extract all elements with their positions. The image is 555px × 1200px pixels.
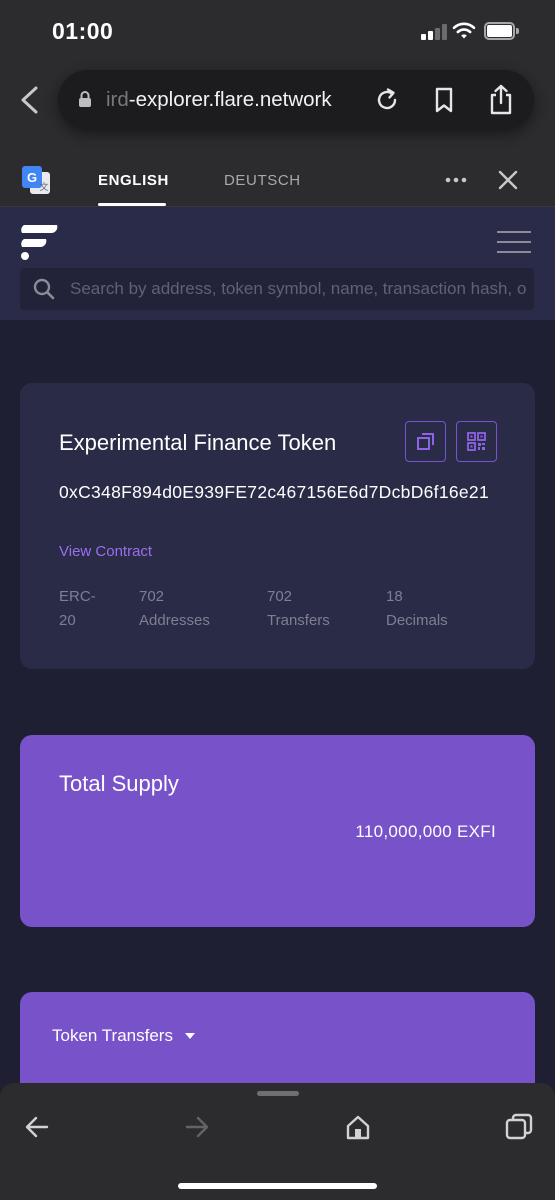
- home-indicator[interactable]: [178, 1183, 377, 1189]
- stat-value: 702: [139, 588, 165, 605]
- status-bar: 01:00: [0, 0, 555, 62]
- total-supply-value: 110,000,000 EXFI: [355, 822, 496, 841]
- wifi-icon: [452, 22, 476, 39]
- status-time: 01:00: [52, 18, 114, 44]
- token-transfers-dropdown[interactable]: Token Transfers: [52, 1026, 195, 1046]
- total-supply-title: Total Supply: [59, 771, 179, 796]
- stat-label: 20: [59, 612, 76, 629]
- more-icon[interactable]: [444, 172, 468, 188]
- tab-english[interactable]: ENGLISH: [98, 172, 169, 189]
- forward-arrow-icon[interactable]: [185, 1116, 209, 1138]
- tab-deutsch[interactable]: DEUTSCH: [224, 172, 301, 189]
- stat-label: Addresses: [139, 612, 210, 629]
- flare-logo-icon[interactable]: [20, 223, 60, 261]
- cellular-signal-icon: [421, 24, 447, 40]
- stat-token-standard: ERC- 20: [59, 585, 109, 633]
- home-icon[interactable]: [345, 1114, 371, 1140]
- view-contract-link[interactable]: View Contract: [59, 543, 152, 560]
- url-domain: -explorer.flare.network: [128, 88, 332, 111]
- stat-addresses: 702 Addresses: [139, 585, 210, 633]
- qr-code-icon: [467, 432, 486, 451]
- stat-value: 702: [267, 588, 293, 605]
- close-icon[interactable]: [498, 170, 518, 190]
- tabs-icon[interactable]: [505, 1113, 533, 1141]
- caret-down-icon: [184, 1033, 195, 1039]
- qr-code-button[interactable]: [456, 421, 497, 462]
- svg-text:文: 文: [39, 181, 48, 193]
- copy-icon: [417, 433, 434, 450]
- token-name: Experimental Finance Token: [59, 430, 337, 455]
- token-transfers-label: Token Transfers: [52, 1026, 173, 1045]
- url-text[interactable]: ird-explorer.flare.network: [106, 88, 356, 112]
- hamburger-menu-icon[interactable]: [497, 228, 531, 256]
- toolbar-grabber[interactable]: [257, 1091, 299, 1096]
- copy-address-button[interactable]: [405, 421, 446, 462]
- stat-value: 18: [386, 588, 403, 605]
- token-address: 0xC348F894d0E939FE72c467156E6d7DcbD6f16e…: [59, 482, 490, 502]
- stat-decimals: 18 Decimals: [386, 585, 448, 633]
- stat-transfers: 702 Transfers: [267, 585, 330, 633]
- back-icon[interactable]: [16, 84, 42, 116]
- lock-icon: [79, 91, 91, 107]
- battery-icon: [484, 22, 520, 40]
- url-faded-prefix: ird: [106, 88, 129, 111]
- back-arrow-icon[interactable]: [25, 1116, 49, 1138]
- share-icon[interactable]: [488, 84, 514, 116]
- stat-label: Decimals: [386, 612, 448, 629]
- svg-text:G: G: [27, 170, 37, 185]
- search-input[interactable]: [70, 270, 526, 308]
- search-icon: [33, 278, 55, 300]
- google-translate-icon[interactable]: G 文: [21, 165, 51, 195]
- bookmark-icon[interactable]: [433, 87, 455, 113]
- active-tab-indicator: [98, 203, 166, 206]
- stat-label: Transfers: [267, 612, 330, 629]
- reload-icon[interactable]: [374, 87, 400, 113]
- stat-value: ERC-: [59, 588, 96, 605]
